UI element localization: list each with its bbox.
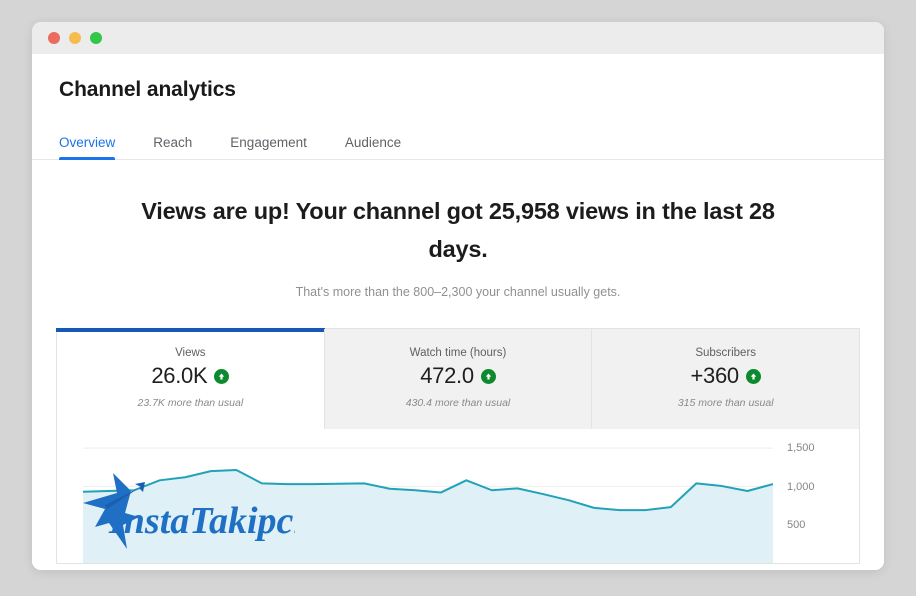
summary-headline: Views are up! Your channel got 25,958 vi…: [141, 198, 775, 262]
metric-card-views[interactable]: Views 26.0K 23.7K more than usual: [56, 328, 325, 430]
metric-card-comparison: 23.7K more than usual: [137, 397, 244, 410]
metric-card-value: 26.0K: [151, 363, 208, 389]
metric-card-comparison: 430.4 more than usual: [405, 397, 511, 410]
page-title: Channel analytics: [59, 78, 236, 101]
metric-card-label: Subscribers: [695, 347, 757, 360]
metric-card-value-row: 26.0K: [57, 363, 324, 389]
metric-card-label: Watch time (hours): [409, 347, 507, 360]
chart-y-axis: 1,500 1,000 500: [773, 429, 859, 564]
tab-engagement[interactable]: Engagement: [230, 135, 307, 159]
metric-card-value-row: 472.0: [325, 363, 592, 389]
chart-canvas: [83, 429, 773, 564]
tab-reach[interactable]: Reach: [153, 135, 192, 159]
chart-plot-region: [83, 429, 773, 564]
browser-window: Channel analytics Overview Reach Engagem…: [32, 22, 884, 570]
maximize-window-button[interactable]: [90, 32, 102, 44]
tab-audience[interactable]: Audience: [345, 135, 401, 159]
summary-subheadline: That's more than the 800–2,300 your chan…: [295, 285, 621, 300]
metric-card-label: Views: [175, 347, 206, 360]
metric-card-value-row: +360: [592, 363, 859, 389]
summary-section: Views are up! Your channel got 25,958 vi…: [32, 160, 884, 299]
chart-y-tick-label: 500: [787, 518, 806, 531]
metric-card-comparison: 315 more than usual: [677, 397, 774, 410]
close-window-button[interactable]: [48, 32, 60, 44]
trend-up-icon: [745, 368, 761, 384]
window-titlebar: [32, 22, 884, 54]
metric-card-watch-time[interactable]: Watch time (hours) 472.0 430.4 more than…: [323, 329, 592, 430]
analytics-tabs: Overview Reach Engagement Audience: [32, 125, 884, 160]
tab-overview[interactable]: Overview: [59, 135, 116, 160]
analytics-page: Channel analytics Overview Reach Engagem…: [32, 54, 884, 570]
minimize-window-button[interactable]: [69, 32, 81, 44]
chart-y-tick-label: 1,500: [787, 442, 815, 455]
metric-card-subscribers[interactable]: Subscribers +360 315 more than usual: [591, 329, 860, 430]
views-chart[interactable]: 1,500 1,000 500 InstaTakipci: [56, 429, 860, 565]
chart-y-tick-label: 1,000: [787, 480, 815, 493]
trend-up-icon: [480, 368, 496, 384]
metric-card-value: +360: [690, 363, 740, 389]
metric-cards: Views 26.0K 23.7K more than usual Watch …: [56, 328, 860, 430]
metric-card-value: 472.0: [420, 363, 474, 389]
trend-up-icon: [214, 368, 230, 384]
